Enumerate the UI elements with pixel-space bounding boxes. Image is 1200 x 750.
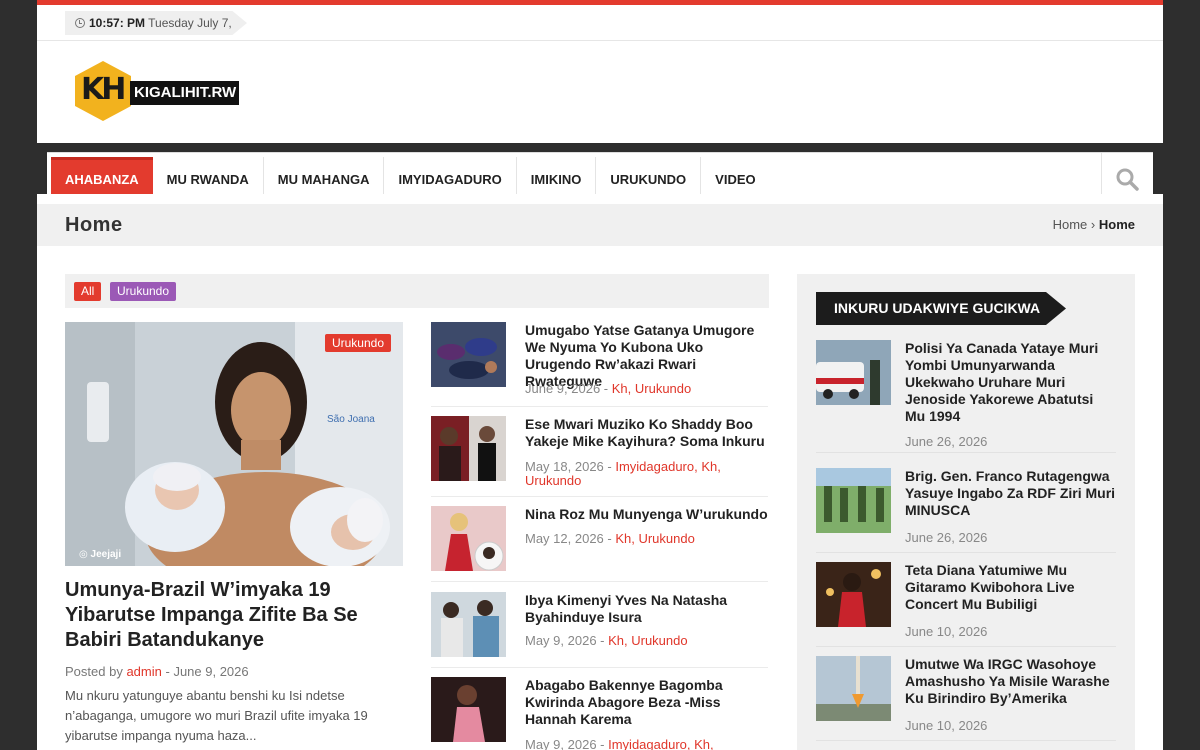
top-bar: 10:57: PM Tuesday July 7, 2026 [37,0,1163,41]
sidebar-post-date: June 26, 2026 [905,434,988,449]
post-categories[interactable]: Kh, Urukundo [615,531,695,546]
post-date: May 18, 2026 [525,459,604,474]
list-item[interactable]: Umugabo Yatse Gatanya Umugore We Nyuma Y… [431,322,768,407]
list-item[interactable]: Ese Mwari Muziko Ko Shaddy Boo Yakeje Mi… [431,416,768,497]
post-meta: May 9, 2026 - Kh, Urukundo [525,633,688,648]
breadcrumb: Home › Home [1053,217,1135,232]
sidebar-post-thumbnail[interactable] [816,562,891,627]
feature-post-image[interactable]: São Joana Urukundo ◎ Jeejaji [65,322,403,566]
thumbnail-illustration [431,416,506,481]
post-date: May 9, 2026 [525,633,597,648]
thumbnail-illustration [816,340,891,405]
sidebar-post-date: June 26, 2026 [905,530,988,545]
post-categories[interactable]: Imyidagaduro, Kh, [608,737,714,750]
sidebar-post-title[interactable]: Brig. Gen. Franco Rutagengwa Yasuye Inga… [905,468,1117,519]
sidebar-post-thumbnail[interactable] [816,656,891,721]
post-date: May 12, 2026 [525,531,604,546]
clock-icon [75,18,85,28]
breadcrumb-home-link[interactable]: Home [1053,217,1088,232]
post-categories[interactable]: Kh, Urukundo [612,381,692,396]
site-logo[interactable]: KH KIGALIHIT.RW [75,61,245,121]
sidebar-post-title[interactable]: Umutwe Wa IRGC Wasohoye Amashusho Ya Mis… [905,656,1117,707]
posted-by-label: Posted by [65,664,123,679]
post-date: June 9, 2026 [525,381,601,396]
thumbnail-illustration [431,677,506,742]
post-category-extra[interactable]: Urukundo [525,473,581,488]
post-thumbnail[interactable] [431,506,506,571]
sidebar-post[interactable]: Umutwe Wa IRGC Wasohoye Amashusho Ya Mis… [816,656,1116,741]
photo-watermark: ◎ Jeejaji [79,549,121,560]
post-meta: May 12, 2026 - Kh, Urukundo [525,531,695,546]
post-thumbnail[interactable] [431,416,506,481]
post-meta: May 9, 2026 - Imyidagaduro, Kh, [525,737,714,750]
post-meta: May 18, 2026 - Imyidagaduro, Kh, [525,459,721,474]
sidebar-widget: INKURU UDAKWIYE GUCIKWA Polisi Ya Canada… [797,274,1135,750]
list-item[interactable]: Ibya Kimenyi Yves Na Natasha Byahinduye … [431,592,768,668]
feature-photo-illustration: São Joana [65,322,403,566]
date-time: 10:57: PM Tuesday July 7, 2026 [65,11,247,35]
feature-post-title[interactable]: Umunya-Brazil W’imyaka 19 Yibarutse Impa… [65,578,395,653]
sidebar-post[interactable]: Polisi Ya Canada Yataye Muri Yombi Umuny… [816,340,1116,453]
post-meta-continued: Urukundo [525,474,770,487]
widget-heading: INKURU UDAKWIYE GUCIKWA [816,292,1066,325]
post-meta: June 9, 2026 - Kh, Urukundo [525,381,692,396]
site-header: KH KIGALIHIT.RW [37,41,1163,143]
search-icon [1116,168,1139,191]
feature-post-meta: Posted by admin - June 9, 2026 [65,664,249,679]
logo-mark: KH [81,72,126,107]
post-thumbnail[interactable] [431,592,506,657]
thumbnail-illustration [816,562,891,627]
svg-text:São Joana: São Joana [327,414,375,425]
author-link[interactable]: admin [126,664,161,679]
breadcrumb-current: Home [1098,217,1135,232]
thumbnail-illustration [431,506,506,571]
post-title[interactable]: Ese Mwari Muziko Ko Shaddy Boo Yakeje Mi… [525,416,770,450]
filter-urukundo-button[interactable]: Urukundo [110,282,177,301]
post-title[interactable]: Abagabo Bakennye Bagomba Kwirinda Abagor… [525,677,770,728]
post-thumbnail[interactable] [431,677,506,742]
thumbnail-illustration [431,592,506,657]
page-title-bar: Home Home › Home [37,204,1163,246]
sidebar-post-thumbnail[interactable] [816,468,891,533]
category-filter-bar: All Urukundo [65,274,769,308]
logo-hexagon-icon: KH [75,61,131,121]
post-title[interactable]: Ibya Kimenyi Yves Na Natasha Byahinduye … [525,592,770,626]
sidebar-post-date: June 10, 2026 [905,718,988,733]
sidebar-post-date: June 10, 2026 [905,624,988,639]
post-categories[interactable]: Kh, Urukundo [608,633,688,648]
feature-category-badge[interactable]: Urukundo [324,334,391,352]
page-title: Home [65,214,123,236]
list-item[interactable]: Abagabo Bakennye Bagomba Kwirinda Abagor… [431,677,768,750]
photo-watermark-text: Jeejaji [90,549,122,560]
sidebar-post[interactable]: Brig. Gen. Franco Rutagengwa Yasuye Inga… [816,468,1116,553]
post-title[interactable]: Nina Roz Mu Munyenga W’urukundo [525,506,770,523]
instagram-icon: ◎ [79,549,91,560]
list-item[interactable]: Nina Roz Mu Munyenga W’urukundo May 12, … [431,506,768,582]
thumbnail-illustration [431,322,506,387]
sidebar-post-title[interactable]: Teta Diana Yatumiwe Mu Gitaramo Kwibohor… [905,562,1117,613]
sidebar-post-thumbnail[interactable] [816,340,891,405]
post-date: May 9, 2026 [525,737,597,750]
post-categories[interactable]: Imyidagaduro, Kh, [615,459,721,474]
feature-post-excerpt: Mu nkuru yatunguye abantu benshi ku Isi … [65,688,368,743]
feature-post-date: June 9, 2026 [173,664,249,679]
breadcrumb-separator-icon: › [1090,217,1099,232]
thumbnail-illustration [816,468,891,533]
sidebar-post-title[interactable]: Polisi Ya Canada Yataye Muri Yombi Umuny… [905,340,1117,425]
page-content: Home Home › Home All Urukundo São Joana … [37,194,1163,750]
logo-text: KIGALIHIT.RW [130,81,240,105]
post-title[interactable]: Umugabo Yatse Gatanya Umugore We Nyuma Y… [525,322,770,390]
thumbnail-illustration [816,656,891,721]
sidebar-post[interactable]: Teta Diana Yatumiwe Mu Gitaramo Kwibohor… [816,562,1116,647]
post-thumbnail[interactable] [431,322,506,387]
filter-all-button[interactable]: All [74,282,102,301]
current-time: 10:57: PM [89,16,146,30]
